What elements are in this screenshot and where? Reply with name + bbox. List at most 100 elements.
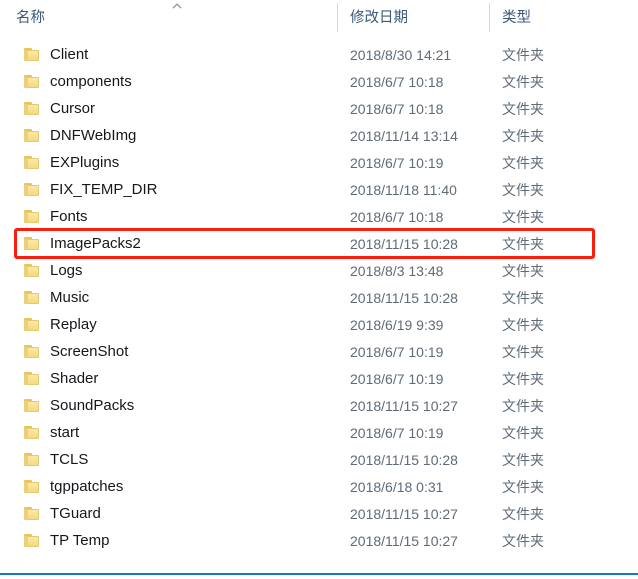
file-name-label: tgppatches [50,478,124,495]
file-name-cell[interactable]: components [0,68,337,95]
table-row[interactable]: Cursor 2018/6/7 10:18 文件夹 [0,95,638,122]
file-name-cell[interactable]: SoundPacks [0,392,337,419]
file-name-label: Logs [50,262,83,279]
file-name-label: ScreenShot [50,343,129,360]
table-row[interactable]: tgppatches 2018/6/18 0:31 文件夹 [0,473,638,500]
table-row[interactable]: Client 2018/8/30 14:21 文件夹 [0,41,638,68]
table-row[interactable]: ImagePacks2 2018/11/15 10:28 文件夹 [0,230,638,257]
date-modified-cell: 2018/6/7 10:19 [337,338,489,365]
file-name-label: Cursor [50,100,96,117]
file-name-label: Replay [50,316,97,333]
file-name-label: FIX_TEMP_DIR [50,181,158,198]
file-name-cell[interactable]: TP Temp [0,527,337,554]
folder-icon [24,102,39,115]
file-name-cell[interactable]: Logs [0,257,337,284]
file-type-cell: 文件夹 [489,446,638,473]
file-name-cell[interactable]: DNFWebImg [0,122,337,149]
table-row[interactable]: TGuard 2018/11/15 10:27 文件夹 [0,500,638,527]
file-type-label: 文件夹 [502,100,544,117]
column-header-name[interactable]: 名称 [0,0,337,33]
date-modified-label: 2018/6/7 10:18 [350,100,444,117]
table-row[interactable]: SoundPacks 2018/11/15 10:27 文件夹 [0,392,638,419]
file-type-cell: 文件夹 [489,68,638,95]
date-modified-label: 2018/6/7 10:18 [350,73,444,90]
date-modified-cell: 2018/11/15 10:28 [337,446,489,473]
table-row[interactable]: Music 2018/11/15 10:28 文件夹 [0,284,638,311]
table-row[interactable]: Shader 2018/6/7 10:19 文件夹 [0,365,638,392]
file-type-label: 文件夹 [502,424,544,441]
file-type-label: 文件夹 [502,343,544,360]
file-name-cell[interactable]: ScreenShot [0,338,337,365]
date-modified-cell: 2018/8/30 14:21 [337,41,489,68]
file-type-label: 文件夹 [502,289,544,306]
date-modified-cell: 2018/6/19 9:39 [337,311,489,338]
table-row[interactable]: Replay 2018/6/19 9:39 文件夹 [0,311,638,338]
table-row[interactable]: TP Temp 2018/11/15 10:27 文件夹 [0,527,638,554]
date-modified-label: 2018/6/7 10:19 [350,154,444,171]
date-modified-label: 2018/11/15 10:28 [350,451,458,468]
date-modified-label: 2018/6/7 10:19 [350,424,444,441]
file-type-cell: 文件夹 [489,284,638,311]
folder-icon [24,534,39,547]
table-row[interactable]: EXPlugins 2018/6/7 10:19 文件夹 [0,149,638,176]
file-type-label: 文件夹 [502,73,544,90]
date-modified-cell: 2018/6/7 10:19 [337,365,489,392]
file-list-rows: Client 2018/8/30 14:21 文件夹 components 2018/6… [0,41,638,554]
file-name-cell[interactable]: tgppatches [0,473,337,500]
file-name-cell[interactable]: ImagePacks2 [0,230,337,257]
column-header-type-label: 类型 [502,10,531,26]
date-modified-label: 2018/11/15 10:27 [350,397,458,414]
date-modified-label: 2018/6/19 9:39 [350,316,444,333]
table-row[interactable]: components 2018/6/7 10:18 文件夹 [0,68,638,95]
folder-icon [24,264,39,277]
column-header-date-modified[interactable]: 修改日期 [337,0,489,33]
table-row[interactable]: FIX_TEMP_DIR 2018/11/18 11:40 文件夹 [0,176,638,203]
file-name-cell[interactable]: EXPlugins [0,149,337,176]
file-type-label: 文件夹 [502,370,544,387]
folder-icon [24,237,39,250]
table-row[interactable]: Logs 2018/8/3 13:48 文件夹 [0,257,638,284]
file-name-cell[interactable]: Shader [0,365,337,392]
table-row[interactable]: start 2018/6/7 10:19 文件夹 [0,419,638,446]
file-type-cell: 文件夹 [489,122,638,149]
file-name-label: Fonts [50,208,88,225]
file-type-label: 文件夹 [502,262,544,279]
file-type-label: 文件夹 [502,505,544,522]
folder-icon [24,426,39,439]
date-modified-cell: 2018/11/15 10:28 [337,284,489,311]
column-header-date-modified-label: 修改日期 [350,10,408,26]
date-modified-cell: 2018/6/7 10:18 [337,68,489,95]
table-row[interactable]: Fonts 2018/6/7 10:18 文件夹 [0,203,638,230]
file-type-label: 文件夹 [502,478,544,495]
column-header-type[interactable]: 类型 [489,0,638,33]
date-modified-cell: 2018/6/18 0:31 [337,473,489,500]
file-type-label: 文件夹 [502,316,544,333]
file-name-cell[interactable]: FIX_TEMP_DIR [0,176,337,203]
folder-icon [24,75,39,88]
file-type-cell: 文件夹 [489,365,638,392]
file-name-cell[interactable]: Cursor [0,95,337,122]
file-type-cell: 文件夹 [489,149,638,176]
file-type-label: 文件夹 [502,397,544,414]
folder-icon [24,480,39,493]
file-name-cell[interactable]: Replay [0,311,337,338]
file-type-cell: 文件夹 [489,473,638,500]
file-type-label: 文件夹 [502,154,544,171]
file-name-cell[interactable]: TGuard [0,500,337,527]
folder-icon [24,507,39,520]
folder-icon [24,399,39,412]
file-name-cell[interactable]: Client [0,41,337,68]
table-row[interactable]: ScreenShot 2018/6/7 10:19 文件夹 [0,338,638,365]
file-name-cell[interactable]: TCLS [0,446,337,473]
bottom-divider [0,573,638,575]
table-row[interactable]: DNFWebImg 2018/11/14 13:14 文件夹 [0,122,638,149]
file-name-cell[interactable]: Fonts [0,203,337,230]
file-name-cell[interactable]: Music [0,284,337,311]
file-name-cell[interactable]: start [0,419,337,446]
table-row[interactable]: TCLS 2018/11/15 10:28 文件夹 [0,446,638,473]
folder-icon [24,453,39,466]
folder-icon [24,372,39,385]
date-modified-cell: 2018/6/7 10:19 [337,419,489,446]
date-modified-cell: 2018/6/7 10:19 [337,149,489,176]
date-modified-cell: 2018/6/7 10:18 [337,95,489,122]
